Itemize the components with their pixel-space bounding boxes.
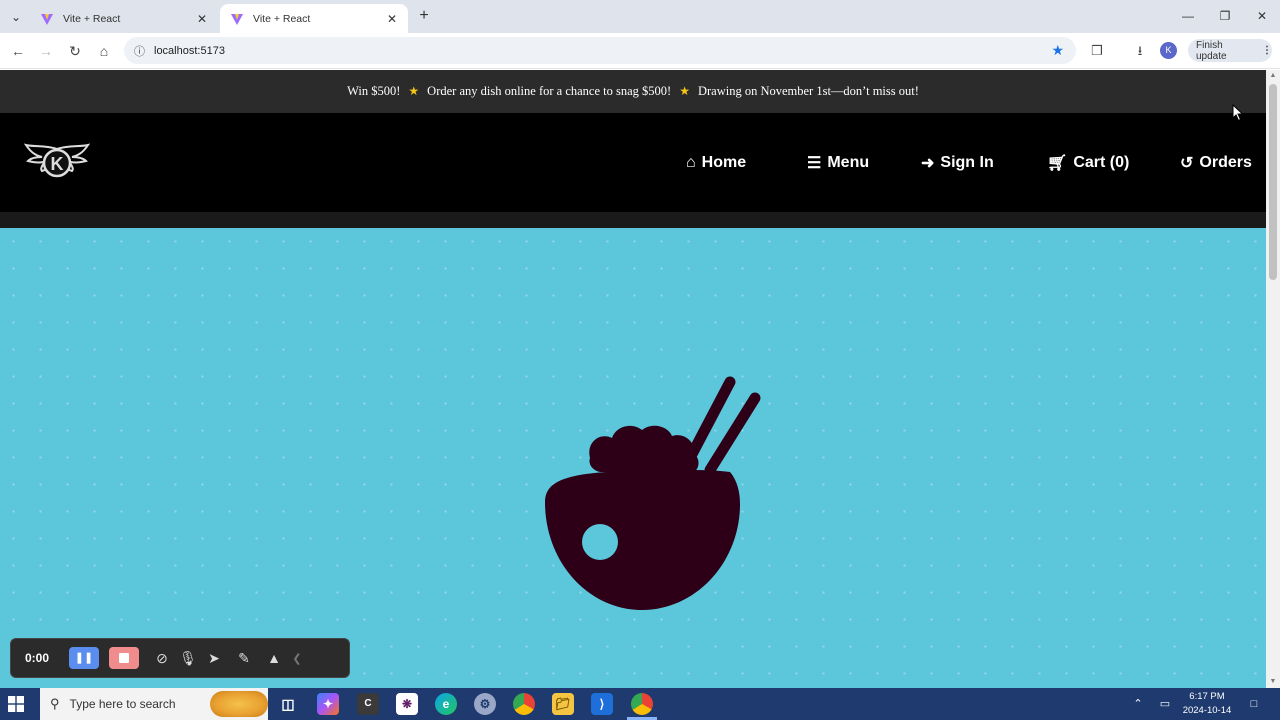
nav-orders-label: Orders [1199,154,1252,171]
eraser-tool-icon[interactable]: ▲ [259,650,289,666]
browser-tab-strip: ⌄ Vite + React ✕ Vite + React ✕ + — ❐ ✕ [0,0,1280,33]
sign-in-icon: ➜ [921,155,935,172]
cart-icon: 🛒︎ [1047,155,1068,172]
close-tab-icon[interactable]: ✕ [194,12,210,26]
reload-icon[interactable]: ↻ [65,41,85,61]
stop-recording-button[interactable] [109,647,139,669]
nav-menu-link[interactable]: ☰ Menu [807,151,869,175]
windows-taskbar: ⚲ Type here to search ◫ ✦ C ❋ e ⚙ 📁︎ ⟩ ⌃… [0,688,1280,720]
promo-text-3: Drawing on November 1st—don’t miss out! [697,84,919,98]
logo-letter: K [51,154,64,174]
chrome-active-icon[interactable] [631,693,653,715]
restore-window-icon[interactable]: ❐ [1210,6,1240,26]
forward-arrow-icon[interactable]: → [36,41,56,61]
bookmark-star-icon[interactable]: ★ [1051,42,1064,59]
star-icon: ★ [408,84,420,98]
collapse-chevron-icon[interactable]: ❮ [289,652,305,665]
clock-time: 6:17 PM [1189,691,1225,702]
pen-tool-icon[interactable]: ✎ [229,650,259,667]
page-viewport: Win $500! ★ Order any dish online for a … [0,70,1266,688]
nav-home-label: Home [701,154,747,171]
slack-icon[interactable]: ❋ [396,693,418,715]
profile-avatar[interactable]: K [1160,42,1177,59]
minimize-window-icon[interactable]: — [1173,6,1203,26]
finish-update-label: Finish update [1196,39,1227,62]
network-icon[interactable]: ▭ [1154,688,1176,720]
home-icon: ⌂ [686,154,696,171]
mic-off-icon[interactable]: 🎙︎ [177,650,199,667]
taskbar-search-box[interactable]: ⚲ Type here to search [40,688,268,720]
promo-banner: Win $500! ★ Order any dish online for a … [0,70,1266,113]
hero-section [0,228,1266,688]
download-icon[interactable]: ⭳ [1130,41,1150,61]
close-tab-icon[interactable]: ✕ [384,12,400,26]
browser-tab-title: Vite + React [63,12,121,25]
pointer-tool-icon[interactable]: ➤ [199,650,229,667]
tab-search-chevron-icon[interactable]: ⌄ [6,7,26,27]
page-scrollbar[interactable]: ▲ ▼ [1266,70,1280,688]
show-hidden-icons-chevron-icon[interactable]: ⌃ [1128,688,1148,720]
file-explorer-icon[interactable]: 📁︎ [552,693,574,715]
settings-gear-icon[interactable]: ⚙ [474,693,496,715]
promo-text-1: Win $500! [347,84,401,98]
nav-menu-label: Menu [827,154,870,171]
star-icon: ★ [679,84,690,98]
search-highlight-image [210,691,268,717]
nav-home-link[interactable]: ⌂ Home [686,151,746,175]
site-navbar: K ⌂ Home ☰ Menu ➜ Sign In 🛒︎ Cart (0) ↺ … [0,113,1266,212]
copilot-icon[interactable]: ✦ [317,693,339,715]
browser-tab-2[interactable]: Vite + React ✕ [220,4,408,33]
browser-tab-1[interactable]: Vite + React ✕ [30,4,218,33]
nav-sign-in-link[interactable]: ➜ Sign In [921,151,994,175]
chrome-icon[interactable] [513,693,535,715]
recording-timer: 0:00 [25,651,50,665]
noodle-bowl-icon [545,376,761,610]
site-logo[interactable]: K [24,141,90,185]
screen-recorder-toolbar: 0:00 ❚❚ ⊘ 🎙︎ ➤ ✎ ▲ ❮ [10,638,350,678]
nav-sign-in-label: Sign In [940,154,994,171]
edge-browser-icon[interactable]: e [435,693,457,715]
taskbar-clock[interactable]: 6:17 PM 2024-10-14 [1178,690,1236,718]
nav-divider [0,212,1266,228]
hamburger-menu-icon: ☰ [807,155,822,172]
browser-toolbar: ← → ↻ ⌂ ⓘ localhost:5173 ★ ❒ ⭳ K Finish … [0,33,1280,69]
promo-text-2: Order any dish online for a chance to sn… [427,84,672,98]
nav-orders-link[interactable]: ↺ Orders [1180,151,1252,175]
home-icon[interactable]: ⌂ [94,41,114,61]
nav-cart-label: Cart (0) [1073,154,1130,171]
task-view-icon[interactable]: ◫ [277,693,299,715]
back-arrow-icon[interactable]: ← [8,41,28,61]
windows-start-icon[interactable] [8,696,24,712]
address-bar[interactable]: ⓘ localhost:5173 ★ [124,37,1076,64]
browser-tab-title: Vite + React [253,12,311,25]
clock-date: 2024-10-14 [1182,705,1232,716]
new-tab-plus-icon[interactable]: + [414,6,434,26]
extensions-puzzle-icon[interactable]: ❒ [1087,41,1107,61]
vite-favicon-icon [231,13,243,25]
scroll-down-icon[interactable]: ▼ [1266,676,1280,688]
search-icon: ⚲ [50,696,60,711]
vite-favicon-icon [41,13,53,25]
pause-recording-button[interactable]: ❚❚ [69,647,99,669]
history-icon: ↺ [1180,155,1194,172]
close-window-icon[interactable]: ✕ [1247,6,1277,26]
site-info-icon[interactable]: ⓘ [134,43,152,59]
scrollbar-thumb[interactable] [1269,84,1277,280]
scroll-up-icon[interactable]: ▲ [1266,70,1280,82]
mouse-pointer-icon [1232,104,1244,122]
address-url[interactable]: localhost:5173 [154,45,1051,57]
nav-cart-link[interactable]: 🛒︎ Cart (0) [1047,151,1129,175]
notifications-icon[interactable]: □ [1244,688,1264,720]
camera-off-icon[interactable]: ⊘ [147,650,177,667]
terminal-app-icon[interactable]: C [357,693,379,715]
finish-update-button[interactable]: Finish update ⋮ [1188,39,1272,62]
vscode-icon[interactable]: ⟩ [591,693,613,715]
more-options-icon: ⋮ [1262,45,1272,56]
taskbar-search-placeholder: Type here to search [69,697,176,711]
